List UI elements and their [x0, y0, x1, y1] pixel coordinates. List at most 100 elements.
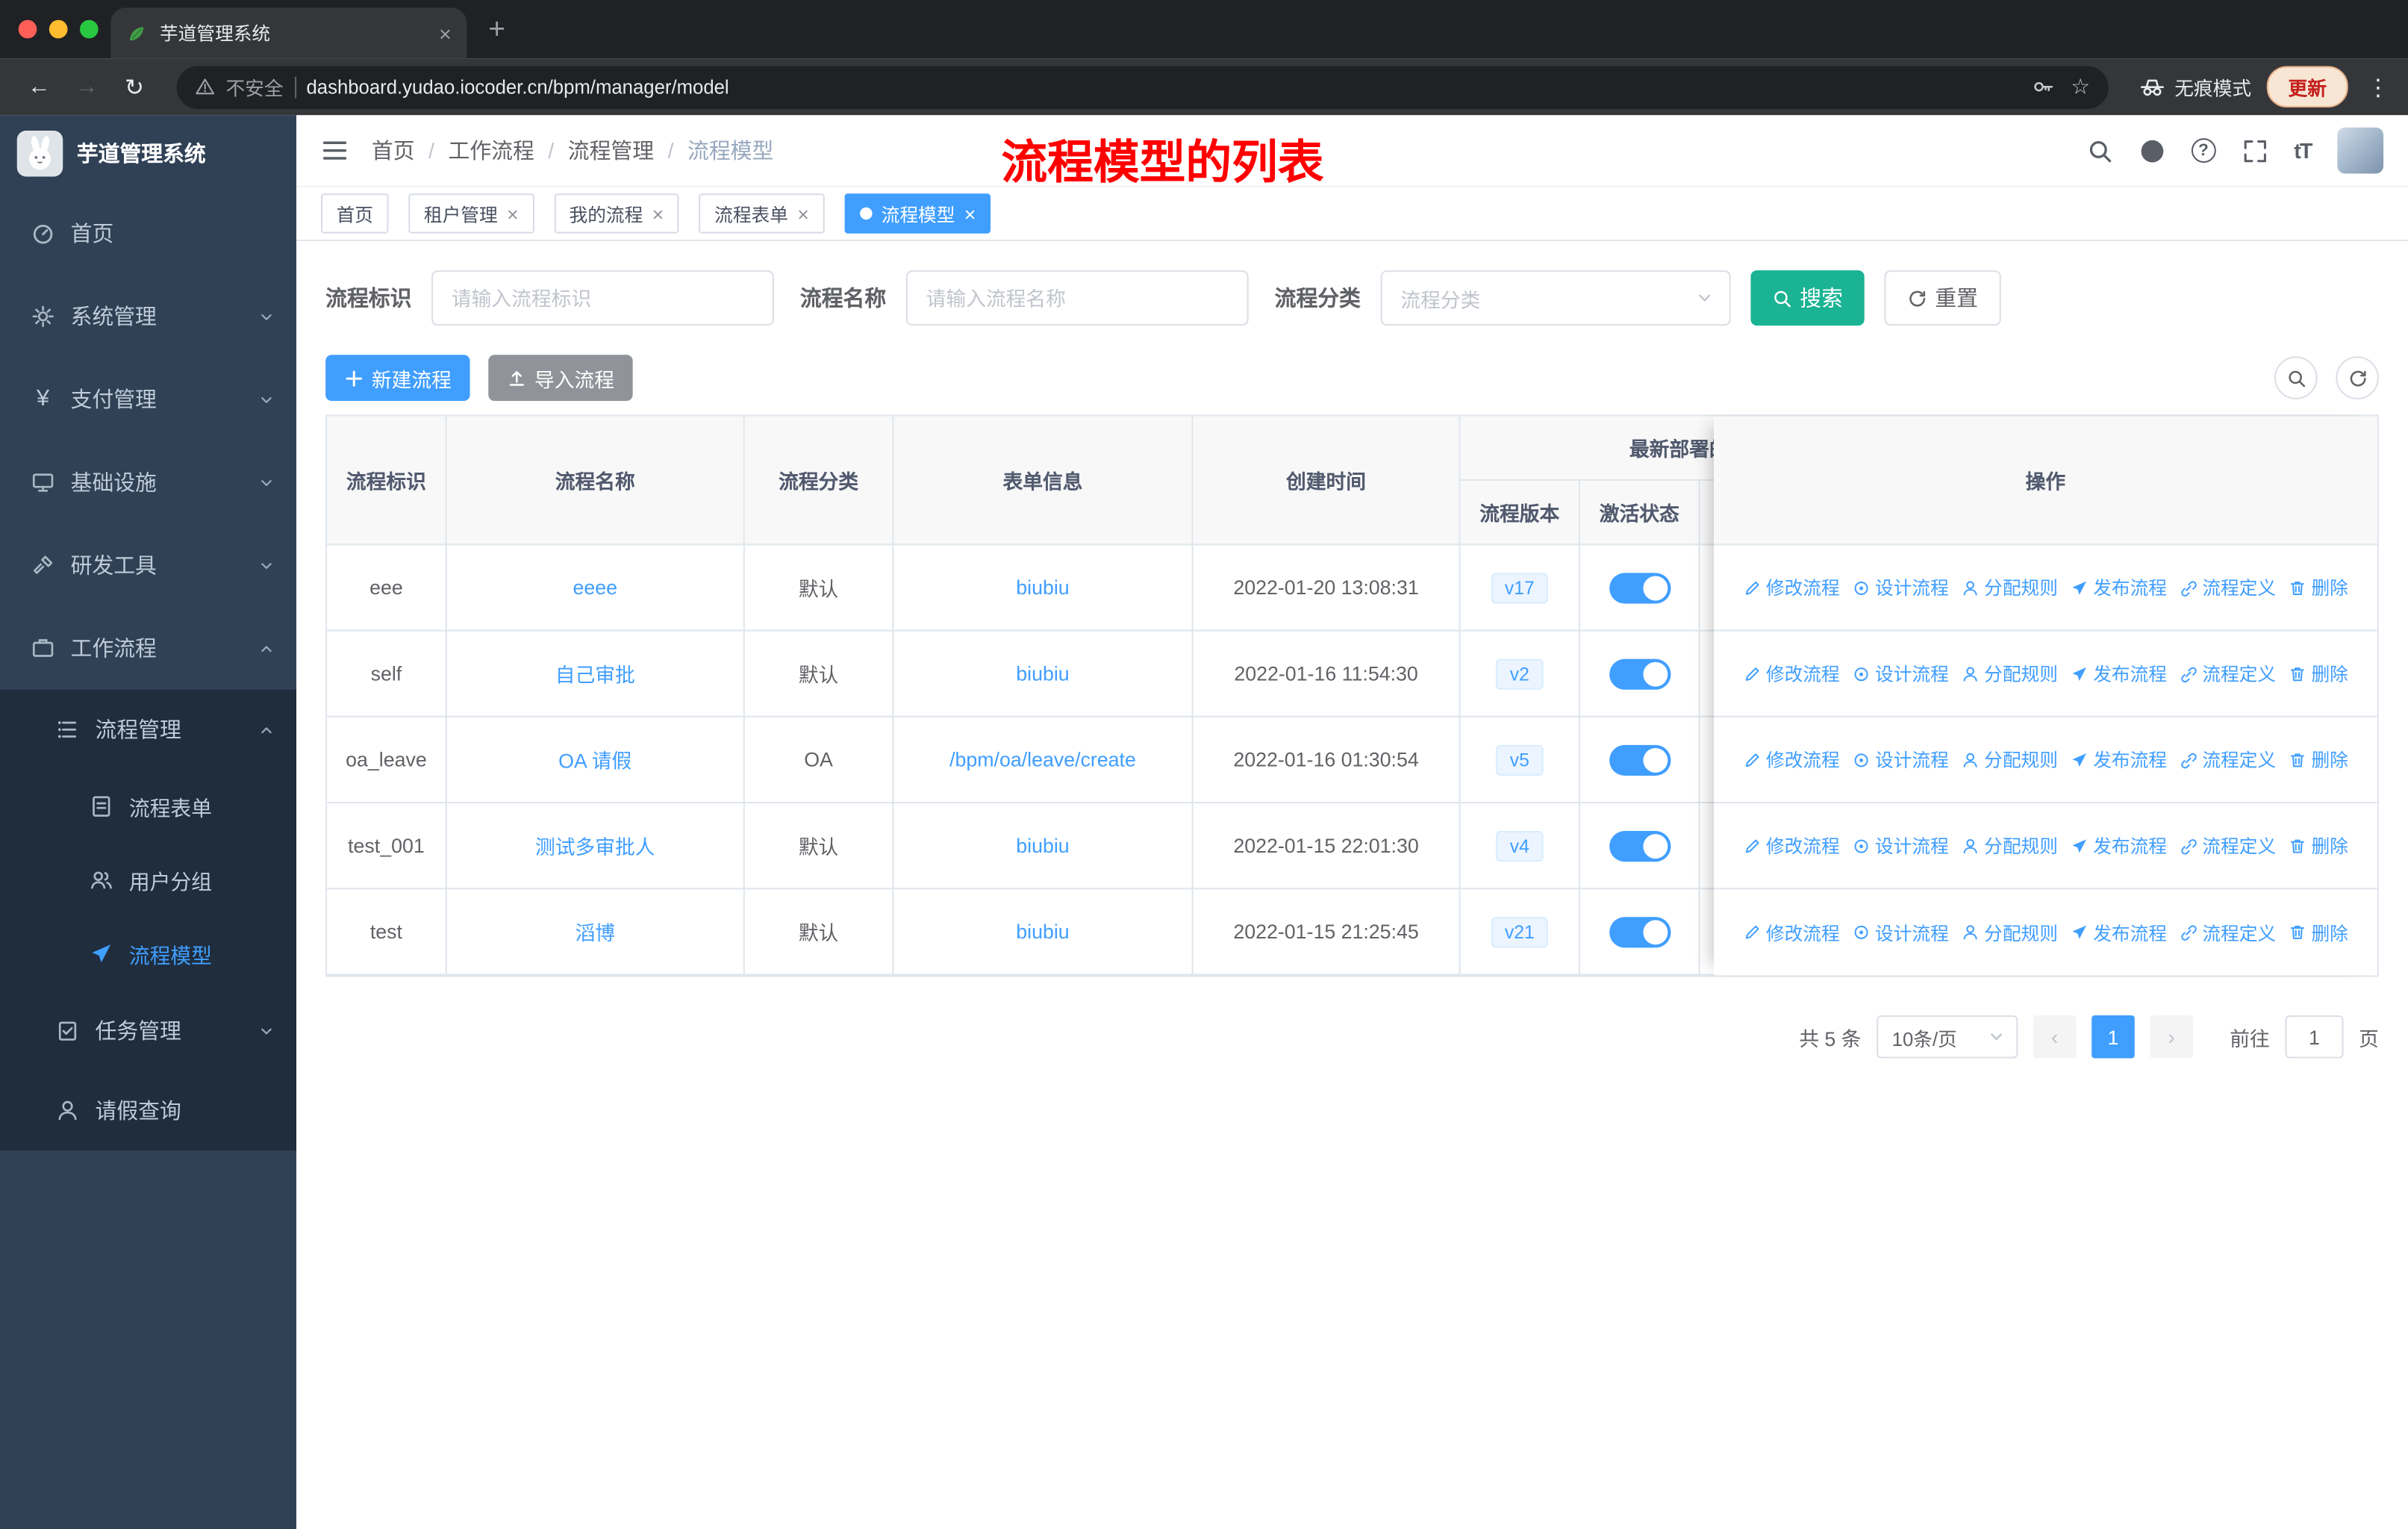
tag-home[interactable]: 首页	[320, 193, 389, 234]
delete-action[interactable]: 删除	[2289, 919, 2348, 945]
sidebar-item-workflow[interactable]: 工作流程	[0, 607, 296, 690]
delete-action[interactable]: 删除	[2289, 661, 2348, 687]
edit-process-action[interactable]: 修改流程	[1743, 832, 1840, 859]
publish-process-action[interactable]: 发布流程	[2070, 574, 2167, 600]
publish-process-action[interactable]: 发布流程	[2070, 919, 2167, 945]
zoom-window-button[interactable]	[79, 19, 99, 39]
design-process-action[interactable]: 设计流程	[1852, 574, 1949, 600]
sidebar-item-payment-mgmt[interactable]: ¥ 支付管理	[0, 358, 296, 440]
process-definition-action[interactable]: 流程定义	[2179, 832, 2276, 859]
tag-close-icon[interactable]: ×	[507, 202, 519, 225]
tag-close-icon[interactable]: ×	[652, 202, 664, 225]
process-name-link[interactable]: 滔博	[575, 917, 615, 946]
active-toggle[interactable]	[1609, 658, 1671, 689]
delete-action[interactable]: 删除	[2289, 832, 2348, 859]
sidebar-item-home[interactable]: 首页	[0, 192, 296, 275]
breadcrumb-workflow[interactable]: 工作流程	[449, 135, 534, 166]
assign-rule-action[interactable]: 分配规则	[1961, 919, 2058, 945]
browser-menu-icon[interactable]: ⋮	[2366, 73, 2389, 101]
process-name-input[interactable]	[905, 270, 1249, 326]
font-size-icon[interactable]: tT	[2294, 138, 2312, 163]
active-toggle[interactable]	[1609, 572, 1671, 603]
tab-close-icon[interactable]: ×	[439, 21, 452, 46]
tag-tenant-mgmt[interactable]: 租户管理 ×	[408, 193, 534, 234]
process-category-select[interactable]: 流程分类	[1380, 270, 1731, 326]
edit-process-action[interactable]: 修改流程	[1743, 574, 1840, 600]
header-search-icon[interactable]	[2087, 137, 2113, 164]
sidebar-item-user-group[interactable]: 用户分组	[0, 844, 296, 918]
bookmark-star-icon[interactable]: ☆	[2071, 74, 2090, 100]
tag-process-model[interactable]: 流程模型 ×	[844, 193, 991, 234]
address-bar[interactable]: 不安全 dashboard.yudao.iocoder.cn/bpm/manag…	[176, 65, 2109, 109]
process-name-link[interactable]: OA 请假	[558, 745, 631, 774]
active-toggle[interactable]	[1609, 916, 1671, 947]
avatar[interactable]	[2337, 127, 2384, 174]
sidebar-item-dev-tools[interactable]: 研发工具	[0, 524, 296, 607]
assign-rule-action[interactable]: 分配规则	[1961, 574, 2058, 600]
edit-process-action[interactable]: 修改流程	[1743, 661, 1840, 687]
sidebar-item-task-mgmt[interactable]: 任务管理	[0, 991, 296, 1071]
process-definition-action[interactable]: 流程定义	[2179, 919, 2276, 945]
browser-update-button[interactable]: 更新	[2266, 66, 2348, 108]
prev-page-button[interactable]: ‹	[2033, 1015, 2077, 1059]
search-button[interactable]: 搜索	[1750, 270, 1865, 326]
breadcrumb-process-mgmt[interactable]: 流程管理	[568, 135, 654, 166]
active-toggle[interactable]	[1609, 830, 1671, 862]
minimize-window-button[interactable]	[49, 19, 68, 39]
sidebar-item-process-form[interactable]: 流程表单	[0, 770, 296, 844]
fullscreen-icon[interactable]	[2242, 137, 2268, 164]
design-process-action[interactable]: 设计流程	[1852, 661, 1949, 687]
back-button[interactable]: ←	[19, 74, 60, 100]
github-icon[interactable]	[2139, 137, 2165, 164]
edit-process-action[interactable]: 修改流程	[1743, 919, 1840, 945]
assign-rule-action[interactable]: 分配规则	[1961, 661, 2058, 687]
publish-process-action[interactable]: 发布流程	[2070, 661, 2167, 687]
delete-action[interactable]: 删除	[2289, 574, 2348, 600]
process-name-link[interactable]: 自己审批	[555, 659, 635, 688]
form-info-link[interactable]: biubiu	[1016, 834, 1069, 857]
sidebar-item-infrastructure[interactable]: 基础设施	[0, 440, 296, 523]
form-info-link[interactable]: biubiu	[1016, 920, 1069, 943]
password-key-icon[interactable]	[2033, 75, 2056, 99]
delete-action[interactable]: 删除	[2289, 747, 2348, 773]
help-icon[interactable]: ?	[2191, 138, 2216, 164]
process-name-link[interactable]: 测试多审批人	[535, 831, 655, 860]
active-toggle[interactable]	[1609, 744, 1671, 775]
assign-rule-action[interactable]: 分配规则	[1961, 747, 2058, 773]
tag-process-form[interactable]: 流程表单 ×	[699, 193, 825, 234]
security-label[interactable]: 不安全	[225, 72, 283, 102]
next-page-button[interactable]: ›	[2150, 1015, 2193, 1059]
reset-button[interactable]: 重置	[1884, 270, 2001, 326]
create-process-button[interactable]: 新建流程	[325, 355, 470, 401]
form-info-link[interactable]: biubiu	[1016, 662, 1069, 685]
design-process-action[interactable]: 设计流程	[1852, 919, 1949, 945]
sidebar-fold-icon[interactable]	[321, 137, 349, 164]
tag-my-process[interactable]: 我的流程 ×	[553, 193, 679, 234]
edit-process-action[interactable]: 修改流程	[1743, 747, 1840, 773]
browser-tab[interactable]: 芋道管理系统 ×	[110, 7, 467, 59]
page-number-button[interactable]: 1	[2092, 1015, 2135, 1059]
refresh-table-button[interactable]	[2336, 356, 2379, 399]
process-definition-action[interactable]: 流程定义	[2179, 747, 2276, 773]
publish-process-action[interactable]: 发布流程	[2070, 832, 2167, 859]
import-process-button[interactable]: 导入流程	[488, 355, 633, 401]
form-info-link[interactable]: /bpm/oa/leave/create	[949, 748, 1136, 771]
process-id-input[interactable]	[431, 270, 774, 326]
url-text[interactable]: dashboard.yudao.iocoder.cn/bpm/manager/m…	[306, 76, 2021, 98]
process-definition-action[interactable]: 流程定义	[2179, 574, 2276, 600]
tag-close-icon[interactable]: ×	[797, 202, 809, 225]
breadcrumb-home[interactable]: 首页	[372, 135, 415, 166]
goto-page-input[interactable]	[2285, 1015, 2344, 1059]
design-process-action[interactable]: 设计流程	[1852, 832, 1949, 859]
design-process-action[interactable]: 设计流程	[1852, 747, 1949, 773]
sidebar-item-leave-query[interactable]: 请假查询	[0, 1071, 296, 1150]
close-window-button[interactable]	[18, 19, 37, 39]
forward-button[interactable]: →	[66, 74, 107, 100]
publish-process-action[interactable]: 发布流程	[2070, 747, 2167, 773]
sidebar-item-process-model[interactable]: 流程模型	[0, 917, 296, 991]
assign-rule-action[interactable]: 分配规则	[1961, 832, 2058, 859]
show-search-toggle-button[interactable]	[2274, 356, 2318, 399]
tag-close-icon[interactable]: ×	[964, 202, 976, 225]
sidebar-item-system-mgmt[interactable]: 系统管理	[0, 275, 296, 358]
reload-button[interactable]: ↻	[113, 73, 155, 101]
